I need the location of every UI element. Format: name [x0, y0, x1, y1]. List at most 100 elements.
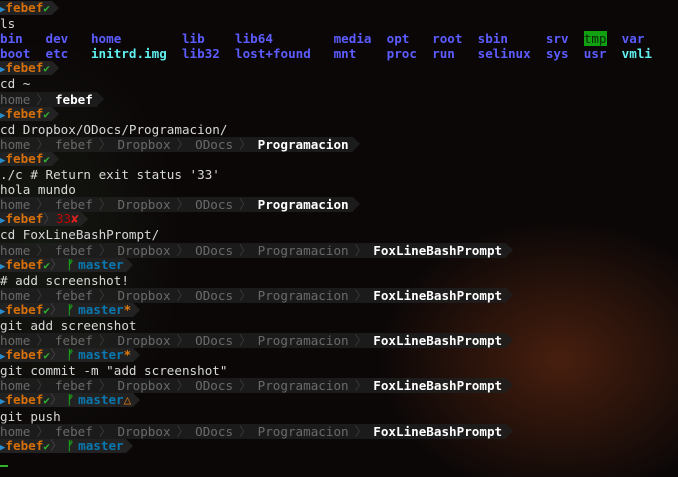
prompt-line: ▶febef✔〉 ᚠ master*: [0, 348, 678, 363]
command-text: git push: [0, 408, 61, 424]
ls-entry: vmli: [621, 46, 652, 62]
breadcrumb-separator-icon: 〉: [98, 378, 112, 394]
prompt-line: ▶febef〉33✘: [0, 212, 678, 227]
ls-entry: etc: [45, 46, 69, 62]
path-breadcrumb: home 〉 febef 〉 Dropbox 〉 ODocs 〉 Programacion 〉 Fo…: [0, 333, 514, 349]
command-text: ./c # Return exit status '33': [0, 167, 220, 183]
ls-cell: srv: [546, 31, 584, 46]
prompt-user: febef: [5, 105, 44, 121]
breadcrumb-separator-icon: 〉: [36, 197, 49, 213]
command-text: cd Dropbox/ODocs/Programacion/: [0, 121, 228, 137]
breadcrumb-segment: ODocs: [195, 333, 234, 349]
breadcrumb-segment: Dropbox: [117, 333, 171, 349]
breadcrumb-current: FoxLineBashPrompt: [373, 287, 503, 303]
prompt-bar: ▶febef〉33✘: [0, 211, 88, 227]
exit-status: 33: [55, 211, 72, 227]
breadcrumb-separator-icon: 〉: [36, 136, 49, 152]
breadcrumb-separator-icon: 〉: [354, 287, 368, 303]
ls-entry: run: [432, 46, 455, 62]
success-check-icon: ✔: [43, 349, 50, 363]
ls-cell: root: [432, 31, 477, 46]
breadcrumb-separator-icon: 〉: [354, 378, 368, 394]
ls-entry: proc: [386, 46, 417, 62]
breadcrumb-segment: ODocs: [195, 378, 234, 394]
prompt-bar: ▶febef✔〉 ᚠ master*: [0, 348, 141, 363]
breadcrumb-segment: ODocs: [195, 136, 234, 152]
breadcrumb-current: FoxLineBashPrompt: [373, 378, 503, 394]
command-line: cd FoxLineBashPrompt/: [0, 227, 678, 242]
breadcrumb-segment: home: [0, 333, 31, 349]
breadcrumb-separator-icon: 〉: [98, 242, 112, 258]
ls-entry: boot: [0, 46, 31, 62]
separator-icon: 〉: [49, 392, 63, 408]
breadcrumb-separator-icon: 〉: [36, 287, 49, 303]
breadcrumb-current: FoxLineBashPrompt: [373, 242, 503, 258]
breadcrumb-separator-icon: 〉: [176, 136, 190, 152]
success-check-icon: ✔: [43, 303, 50, 317]
input-line[interactable]: [0, 454, 678, 469]
ls-entry: lost+found: [235, 46, 311, 62]
path-breadcrumb: home 〉 febef 〉 Dropbox 〉 ODocs 〉 Programacion 〉 Fo…: [0, 242, 514, 258]
ls-entry: mnt: [333, 46, 357, 62]
prompt-line: ▶febef✔: [0, 105, 678, 122]
breadcrumb-segment: febef: [54, 333, 93, 349]
success-check-icon: ✔: [43, 2, 50, 15]
breadcrumb-segment: home: [0, 91, 31, 107]
prompt-line: ▶febef✔〉 ᚠ master△: [0, 393, 678, 408]
ls-entry: tmp: [583, 31, 607, 47]
ls-cell: proc: [387, 46, 432, 61]
breadcrumb-separator-icon: 〉: [176, 287, 190, 303]
breadcrumb-current: FoxLineBashPrompt: [373, 423, 503, 439]
ls-cell: lost+found: [235, 46, 334, 61]
prompt-line: ▶febef✔〉 ᚠ master: [0, 256, 678, 273]
breadcrumb-current: Programacion: [257, 136, 349, 152]
breadcrumb-separator-icon: 〉: [98, 287, 112, 303]
breadcrumb-separator-icon: 〉: [354, 423, 368, 439]
breadcrumb-separator-icon: 〉: [239, 197, 252, 213]
ls-entry: selinux: [477, 46, 531, 62]
breadcrumb-segment: ODocs: [195, 197, 234, 213]
breadcrumb-segment: ODocs: [195, 242, 234, 258]
breadcrumb-current: FoxLineBashPrompt: [373, 333, 503, 349]
breadcrumb-separator-icon: 〉: [176, 242, 190, 258]
breadcrumb-segment: febef: [54, 197, 93, 213]
text-cursor[interactable]: [0, 464, 8, 467]
path-breadcrumb: home 〉 febef 〉 Dropbox 〉 ODocs 〉 Programacion: [0, 197, 360, 213]
terminal-output[interactable]: ▶febef✔ ls bin dev home lib lib64 media opt root s…: [0, 1, 678, 469]
prompt-line: ▶febef✔〉 ᚠ master: [0, 437, 678, 454]
ls-cell: var: [622, 31, 667, 46]
breadcrumb-separator-icon: 〉: [36, 423, 49, 439]
prompt-bar: ▶febef✔〉 ᚠ master: [0, 437, 133, 453]
ls-entry: bin: [0, 31, 23, 47]
ls-cell: sbin: [478, 31, 546, 46]
success-check-icon: ✔: [43, 439, 50, 453]
path-line: home 〉 febef: [0, 91, 678, 107]
path-breadcrumb: home 〉 febef: [0, 91, 104, 107]
ls-cell: dev: [45, 31, 90, 46]
prompt-user: febef: [5, 150, 44, 166]
breadcrumb-separator-icon: 〉: [98, 197, 112, 213]
path-line: home 〉 febef 〉 Dropbox 〉 ODocs 〉 Programacion: [0, 136, 678, 152]
breadcrumb-segment: home: [0, 423, 31, 439]
ls-entry: var: [621, 31, 645, 47]
git-branch-icon: ᚠ: [66, 301, 75, 317]
path-line: home 〉 febef 〉 Dropbox 〉 ODocs 〉 Programacion 〉 Fo…: [0, 423, 678, 439]
ls-cell: home: [91, 31, 182, 46]
separator-icon: 〉: [49, 437, 63, 453]
breadcrumb-segment: Dropbox: [117, 242, 171, 258]
success-check-icon: ✔: [43, 152, 50, 166]
command-text: git add screenshot: [0, 317, 137, 333]
command-line: hola mundo: [0, 182, 678, 197]
ls-cell: opt: [387, 31, 432, 46]
breadcrumb-segment: febef: [54, 423, 93, 439]
prompt-user: febef: [5, 256, 44, 272]
prompt-bar: ▶febef✔: [0, 61, 59, 76]
git-branch-icon: ᚠ: [66, 256, 75, 272]
ls-cell: vmli: [622, 46, 667, 61]
separator-icon: 〉: [49, 301, 63, 317]
ls-entry: sys: [545, 46, 569, 62]
ls-cell: mnt: [334, 46, 387, 61]
path-line: home 〉 febef 〉 Dropbox 〉 ODocs 〉 Programacion: [0, 197, 678, 213]
breadcrumb-segment: febef: [54, 287, 93, 303]
breadcrumb-segment: Dropbox: [117, 378, 171, 394]
